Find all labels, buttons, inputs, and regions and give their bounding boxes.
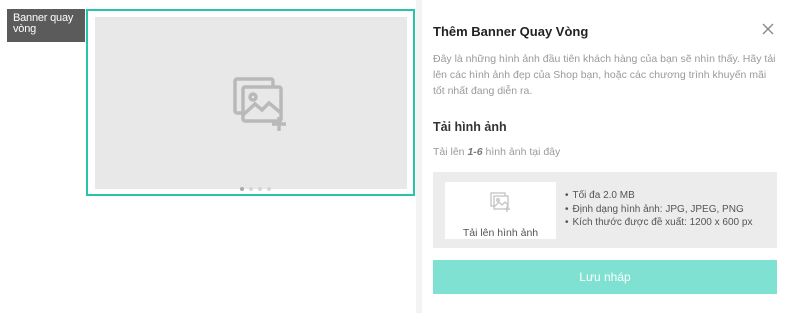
banner-placeholder bbox=[95, 17, 407, 191]
carousel-dot[interactable] bbox=[249, 187, 253, 191]
carousel-dot[interactable] bbox=[258, 187, 262, 191]
upload-specs-list: Tối đa 2.0 MB Định dạng hình ảnh: JPG, J… bbox=[565, 189, 753, 230]
carousel-dot[interactable] bbox=[267, 187, 271, 191]
upload-button-label: Tải lên hình ảnh bbox=[462, 227, 539, 239]
spec-item: Kích thước được đề xuất: 1200 x 600 px bbox=[565, 216, 753, 230]
hint-suffix: hình ảnh tại đây bbox=[485, 146, 561, 158]
banner-carousel-tag: Banner quay vòng bbox=[7, 9, 85, 42]
close-icon[interactable] bbox=[761, 22, 775, 36]
upload-section-title: Tải hình ảnh bbox=[433, 120, 507, 134]
banner-carousel-preview[interactable] bbox=[86, 9, 415, 196]
carousel-dots bbox=[240, 187, 271, 191]
image-upload-icon bbox=[490, 192, 510, 212]
upload-area: Tải lên hình ảnh Tối đa 2.0 MB Định dạng… bbox=[433, 172, 777, 248]
upload-image-button[interactable]: Tải lên hình ảnh bbox=[445, 182, 556, 239]
add-banner-panel: Thêm Banner Quay Vòng Đây là những hình … bbox=[422, 0, 786, 313]
hint-prefix: Tải lên bbox=[433, 146, 465, 158]
panel-description: Đây là những hình ảnh đầu tiên khách hàn… bbox=[433, 53, 776, 97]
upload-hint: Tải lên 1-6 hình ảnh tại đây bbox=[433, 146, 560, 158]
save-draft-button[interactable]: Lưu nháp bbox=[433, 260, 777, 294]
image-add-icon bbox=[233, 77, 286, 131]
spec-item: Tối đa 2.0 MB bbox=[565, 189, 752, 203]
carousel-dot[interactable] bbox=[240, 187, 244, 191]
hint-range: 1-6 bbox=[467, 146, 483, 158]
spec-item: Định dạng hình ảnh: JPG, JPEG, PNG bbox=[565, 203, 752, 217]
panel-title: Thêm Banner Quay Vòng bbox=[433, 24, 589, 39]
